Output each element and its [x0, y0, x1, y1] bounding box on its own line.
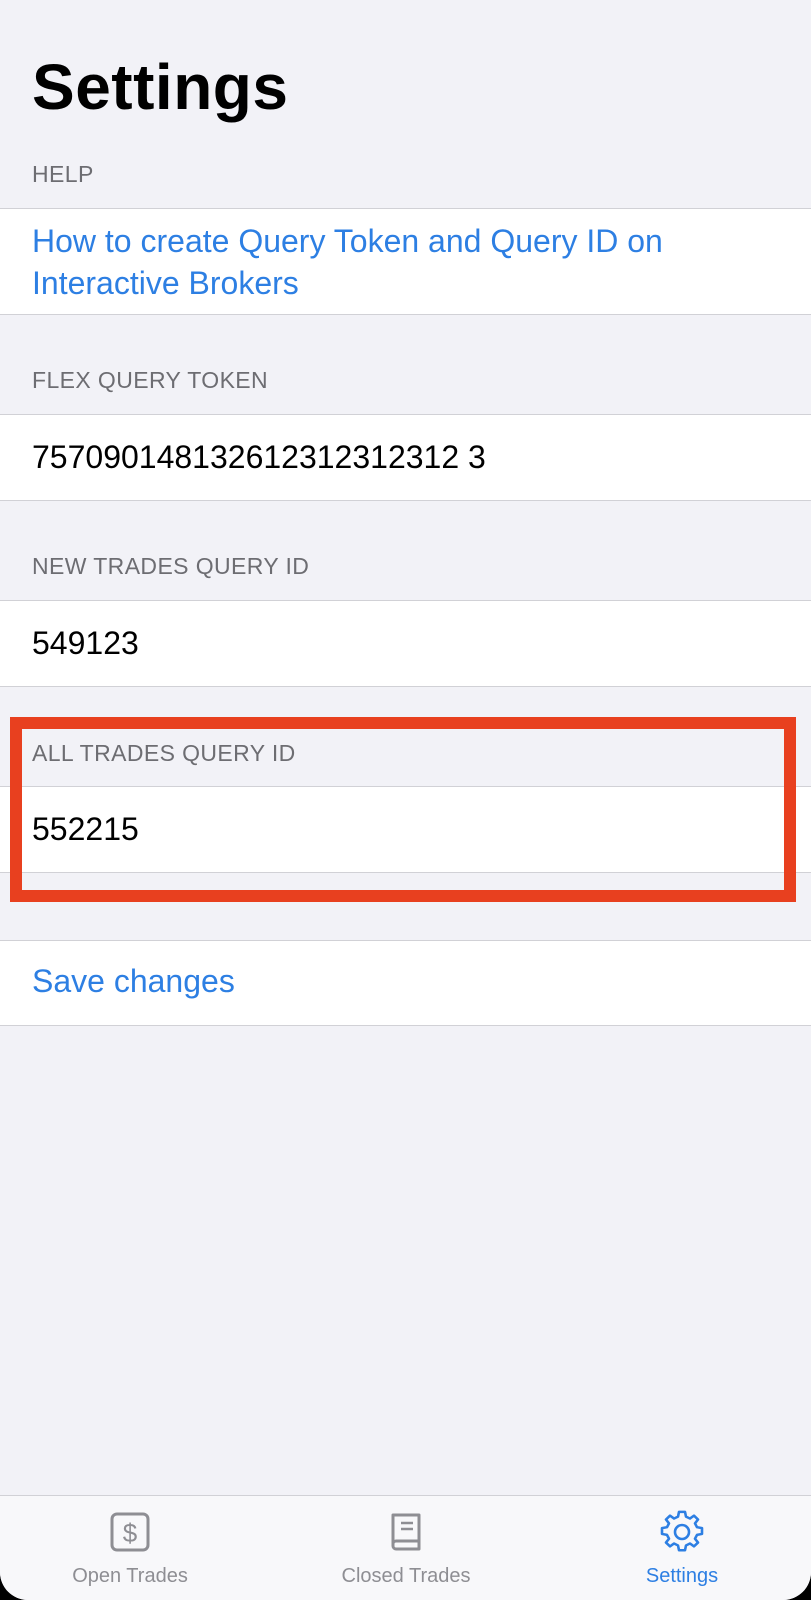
- help-link-cell[interactable]: How to create Query Token and Query ID o…: [0, 208, 811, 315]
- all-trades-query-id-input[interactable]: [32, 787, 772, 872]
- help-section-header: HELP: [32, 161, 94, 187]
- save-changes-button[interactable]: Save changes: [32, 963, 235, 1000]
- new-trades-query-id-cell: [0, 600, 811, 687]
- all-trades-query-id-cell: [0, 786, 811, 873]
- tab-open-trades[interactable]: $ Open Trades: [30, 1496, 230, 1600]
- gear-icon: [660, 1510, 704, 1552]
- save-changes-cell[interactable]: Save changes: [0, 940, 811, 1026]
- tab-open-trades-label: Open Trades: [72, 1565, 188, 1587]
- new-trades-query-id-input[interactable]: [32, 601, 772, 686]
- dollar-square-icon: $: [110, 1512, 150, 1552]
- settings-screen: Settings HELP How to create Query Token …: [0, 0, 811, 1600]
- page-title: Settings: [32, 51, 289, 123]
- new-trades-query-id-header: NEW TRADES QUERY ID: [32, 553, 310, 579]
- flex-query-token-cell: [0, 414, 811, 501]
- book-icon: [391, 1513, 421, 1551]
- tab-settings[interactable]: Settings: [582, 1496, 782, 1600]
- tab-bar: $ Open Trades Closed Trades Settings: [0, 1495, 811, 1600]
- tab-closed-trades-label: Closed Trades: [341, 1565, 471, 1587]
- flex-query-token-header: FLEX QUERY TOKEN: [32, 367, 269, 393]
- all-trades-query-id-header: ALL TRADES QUERY ID: [32, 740, 296, 766]
- svg-text:$: $: [123, 1518, 138, 1548]
- tab-closed-trades[interactable]: Closed Trades: [306, 1496, 506, 1600]
- tab-settings-label: Settings: [645, 1565, 719, 1587]
- flex-query-token-input[interactable]: [32, 415, 772, 500]
- help-link[interactable]: How to create Query Token and Query ID o…: [32, 220, 752, 304]
